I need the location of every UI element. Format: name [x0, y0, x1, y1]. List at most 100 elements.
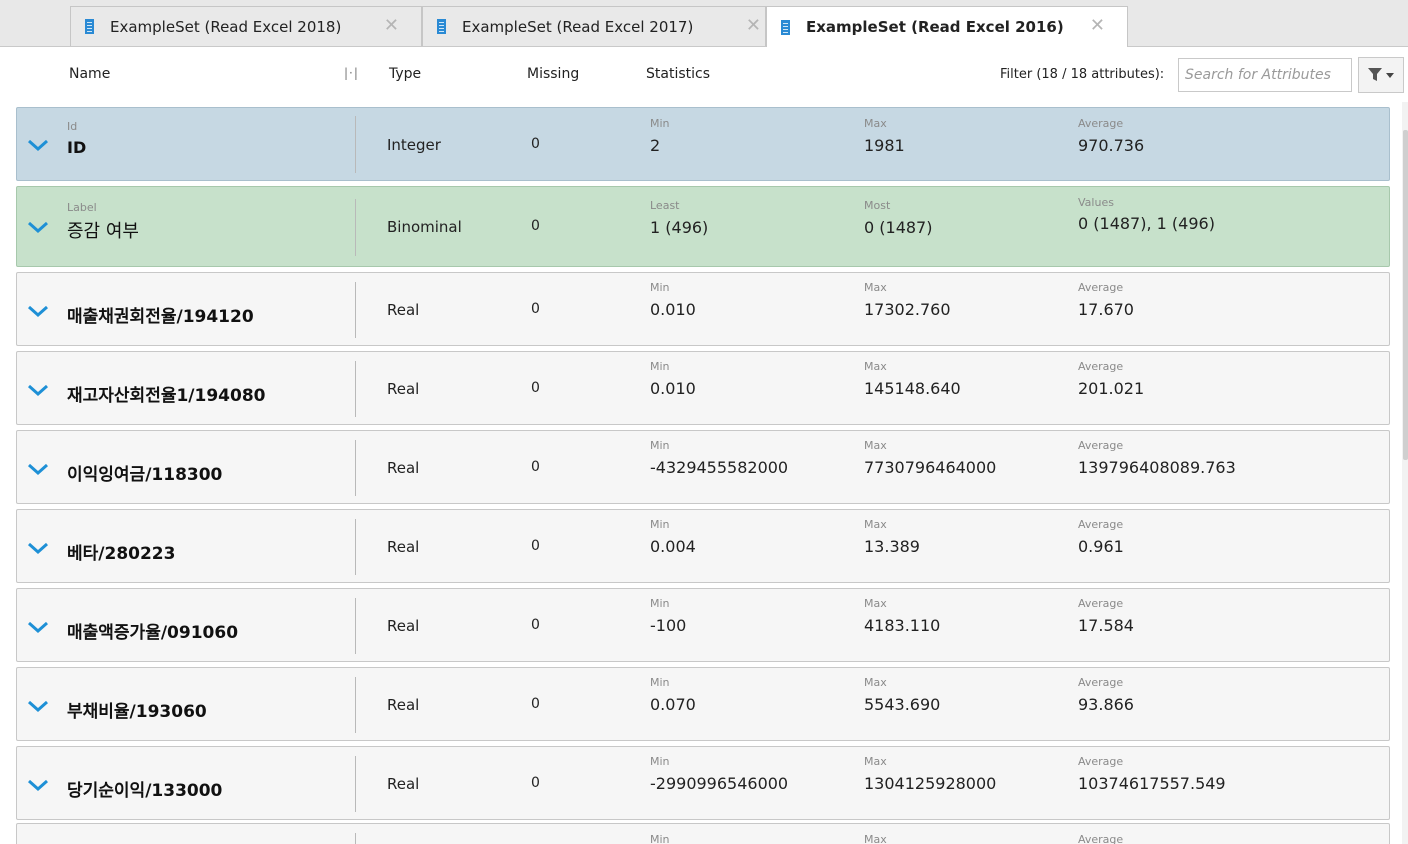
attribute-missing: 0: [531, 218, 540, 234]
divider: [355, 282, 356, 338]
attribute-missing: 0: [531, 538, 540, 554]
tab-read-excel-2017[interactable]: ExampleSet (Read Excel 2017) ✕: [422, 6, 766, 46]
attribute-missing: 0: [531, 301, 540, 317]
chevron-down-icon[interactable]: [27, 620, 49, 634]
stat-value: 13.389: [864, 537, 920, 556]
chevron-down-icon[interactable]: [27, 699, 49, 713]
header-name[interactable]: Name: [69, 66, 110, 82]
tab-read-excel-2016[interactable]: ExampleSet (Read Excel 2016) ✕: [766, 6, 1128, 47]
attribute-type: Real: [387, 617, 420, 635]
stat-value: -4329455582000: [650, 458, 789, 477]
stat-value: 93.866: [1078, 695, 1134, 714]
attribute-name: 재고자산회전율1/194080: [67, 386, 266, 406]
stat-value: -2990996546000: [650, 774, 789, 793]
stat-value: 0.004: [650, 537, 696, 556]
attribute-type: Binominal: [387, 218, 462, 236]
header-type[interactable]: Type: [389, 66, 421, 82]
attribute-type: Real: [387, 459, 420, 477]
filter-dropdown-button[interactable]: [1358, 57, 1404, 93]
divider: [355, 199, 356, 256]
close-icon[interactable]: ✕: [746, 15, 761, 36]
stat-label: Min: [650, 439, 670, 452]
attribute-row[interactable]: 부채비율/193060 Real 0 Min 0.070 Max 5543.69…: [16, 667, 1390, 741]
attribute-row[interactable]: 당기순이익/133000 Real 0 Min -2990996546000 M…: [16, 746, 1390, 820]
stat-label: Min: [650, 755, 670, 768]
stat-value: 17302.760: [864, 300, 951, 319]
stat-value: 0.010: [650, 300, 696, 319]
stat-label: Max: [864, 518, 887, 531]
attribute-name: 매출채권회전율/194120: [67, 307, 254, 327]
attribute-row[interactable]: 재고자산회전율1/194080 Real 0 Min 0.010 Max 145…: [16, 351, 1390, 425]
attribute-type: Real: [387, 380, 420, 398]
attribute-type: Real: [387, 538, 420, 556]
stat-value: 1 (496): [650, 218, 709, 237]
attribute-name: 당기순이익/133000: [67, 781, 223, 801]
divider: [355, 677, 356, 733]
tab-label: ExampleSet (Read Excel 2017): [462, 17, 694, 36]
divider: [355, 116, 356, 173]
attribute-type: Integer: [387, 136, 441, 154]
chevron-down-icon[interactable]: [27, 304, 49, 318]
stat-label: Max: [864, 439, 887, 452]
stat-value: -100: [650, 616, 687, 635]
stat-value: 5543.690: [864, 695, 941, 714]
chevron-down-icon[interactable]: [27, 462, 49, 476]
attribute-row[interactable]: 이익잉여금/118300 Real 0 Min -4329455582000 M…: [16, 430, 1390, 504]
chevron-down-icon[interactable]: [27, 138, 49, 152]
stat-label: Average: [1078, 833, 1124, 844]
attribute-missing: 0: [531, 136, 540, 152]
chevron-down-icon[interactable]: [27, 541, 49, 555]
tab-read-excel-2018[interactable]: ExampleSet (Read Excel 2018) ✕: [70, 6, 422, 46]
attribute-row[interactable]: Min Max Average: [16, 823, 1390, 844]
column-resize-handle[interactable]: |·|: [344, 66, 359, 80]
attribute-row[interactable]: 베타/280223 Real 0 Min 0.004 Max 13.389 Av…: [16, 509, 1390, 583]
stat-value: 10374617557.549: [1078, 774, 1226, 793]
chevron-down-icon[interactable]: [27, 778, 49, 792]
stat-label: Min: [650, 597, 670, 610]
chevron-down-icon[interactable]: [27, 220, 49, 234]
attribute-name: 베타/280223: [67, 544, 176, 564]
stat-value: 201.021: [1078, 379, 1145, 398]
tab-label: ExampleSet (Read Excel 2016): [806, 18, 1064, 36]
exampleset-icon: [781, 19, 790, 35]
close-icon[interactable]: ✕: [384, 15, 399, 36]
stat-label: Max: [864, 755, 887, 768]
divider: [355, 756, 356, 812]
stat-value: 0.961: [1078, 537, 1124, 556]
attribute-row[interactable]: 매출채권회전율/194120 Real 0 Min 0.010 Max 1730…: [16, 272, 1390, 346]
stat-label: Max: [864, 281, 887, 294]
attribute-row[interactable]: 매출액증가율/091060 Real 0 Min -100 Max 4183.1…: [16, 588, 1390, 662]
header-missing[interactable]: Missing: [527, 66, 579, 82]
attribute-name: 매출액증가율/091060: [67, 623, 239, 643]
funnel-icon: [1368, 68, 1394, 81]
tab-label: ExampleSet (Read Excel 2018): [110, 17, 342, 36]
stat-value: 1981: [864, 136, 905, 155]
header-statistics[interactable]: Statistics: [646, 66, 710, 82]
attribute-list: Id ID Integer 0 Min 2 Max 1981 Average 9…: [0, 102, 1408, 844]
stat-value: 0.010: [650, 379, 696, 398]
stat-label: Average: [1078, 755, 1124, 768]
divider: [355, 440, 356, 496]
search-attributes-input[interactable]: [1178, 58, 1352, 92]
divider: [355, 519, 356, 575]
attribute-name: 부채비율/193060: [67, 702, 207, 722]
stat-label: Average: [1078, 518, 1124, 531]
stat-value: 0 (1487), 1 (496): [1078, 214, 1215, 233]
attribute-row[interactable]: Label 증감 여부 Binominal 0 Least 1 (496) Mo…: [16, 186, 1390, 267]
close-icon[interactable]: ✕: [1090, 15, 1105, 36]
stat-label: Values: [1078, 196, 1114, 209]
stat-label: Max: [864, 360, 887, 373]
scrollbar-thumb[interactable]: [1403, 130, 1408, 460]
stat-label: Most: [864, 199, 891, 212]
stat-label: Least: [650, 199, 680, 212]
chevron-down-icon[interactable]: [27, 383, 49, 397]
attribute-row[interactable]: Id ID Integer 0 Min 2 Max 1981 Average 9…: [16, 107, 1390, 181]
stat-label: Average: [1078, 676, 1124, 689]
exampleset-icon: [85, 19, 94, 34]
divider: [355, 833, 356, 844]
attribute-missing: 0: [531, 775, 540, 791]
stat-label: Min: [650, 360, 670, 373]
attribute-role: Id: [67, 120, 78, 133]
stat-value: 17.670: [1078, 300, 1134, 319]
stat-label: Min: [650, 117, 670, 130]
